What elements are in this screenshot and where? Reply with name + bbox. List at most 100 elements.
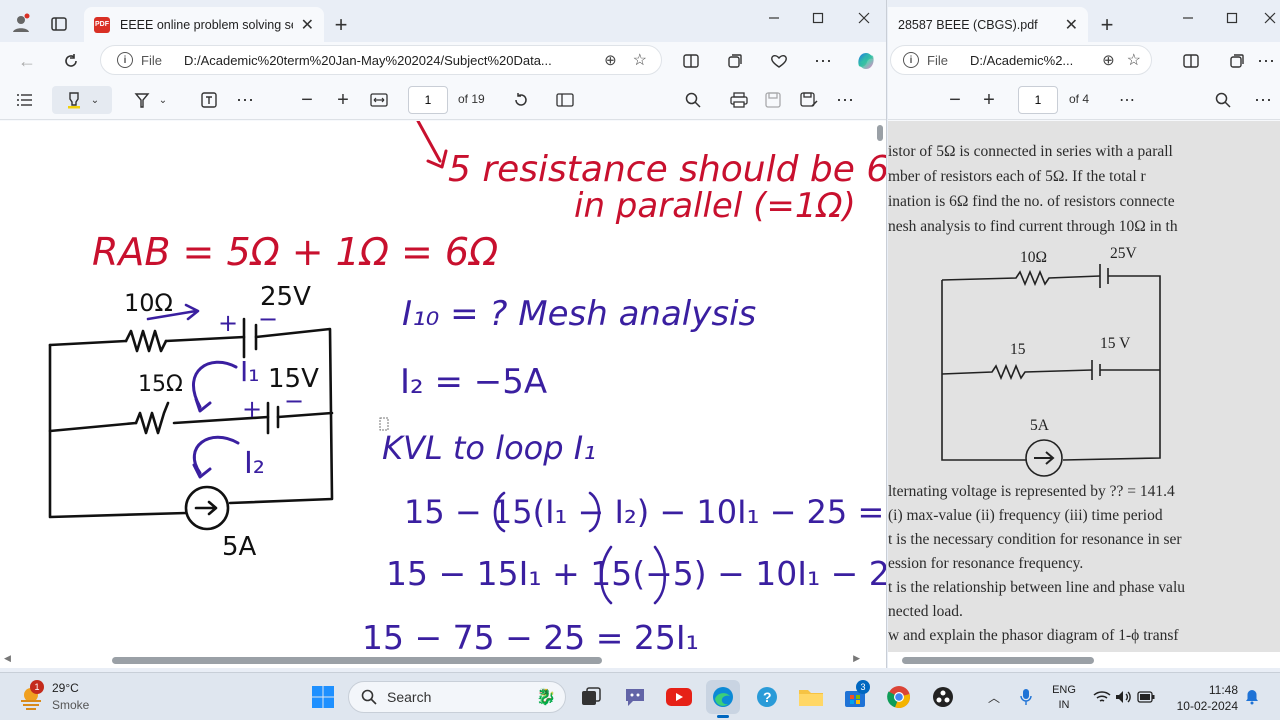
scroll-left-icon[interactable]: ◀ (4, 653, 11, 664)
minimize-right-icon[interactable] (1174, 6, 1202, 30)
chrome-button[interactable] (882, 680, 916, 714)
scan-label-15v: 15 V (1100, 335, 1131, 352)
file-explorer-button[interactable] (794, 680, 828, 714)
app-button[interactable] (926, 680, 960, 714)
pdf-more-icon[interactable]: ⋯ (832, 88, 858, 112)
close-window-icon[interactable] (850, 6, 878, 30)
youtube-button[interactable] (662, 680, 696, 714)
app-icon (933, 687, 953, 707)
horizontal-scroll-thumb-right[interactable] (902, 657, 1094, 664)
show-hidden-icons[interactable]: ︿ (984, 687, 1004, 707)
pdf-page-area-right[interactable]: istor of 5Ω is connected in series with … (888, 121, 1280, 668)
tab-pdf-right[interactable]: 28587 BEEE (CBGS).pdf ✕ (888, 7, 1088, 42)
maximize-right-icon[interactable] (1218, 6, 1246, 30)
clock[interactable]: 11:48 10-02-2024 (1168, 682, 1238, 714)
wifi-icon[interactable] (1092, 687, 1112, 707)
horizontal-scroll-thumb[interactable] (112, 657, 602, 664)
address-file-label-right: File (927, 52, 948, 68)
pdf-page-area[interactable]: 5 resistance should be 6 in parallel (=1… (0, 121, 886, 668)
more-tools-right-icon[interactable]: ⋯ (1114, 88, 1140, 112)
note-question: I₁₀ = ? Mesh analysis (402, 294, 756, 334)
language-region: IN (1058, 699, 1070, 711)
copilot-icon[interactable] (852, 47, 880, 75)
favorite-star-right-icon[interactable]: ☆ (1127, 50, 1141, 70)
contents-icon[interactable] (12, 88, 38, 112)
volume-icon[interactable] (1114, 687, 1134, 707)
handwritten-notes: 5 resistance should be 6 in parallel (=1… (48, 121, 886, 652)
note-kvl: KVL to loop I₁ (382, 429, 596, 467)
battery-icon[interactable] (1136, 687, 1156, 707)
page-number-input[interactable]: 1 (408, 86, 448, 114)
text-tool-icon[interactable] (196, 88, 222, 112)
maximize-icon[interactable] (804, 6, 832, 30)
edge-button[interactable] (706, 680, 740, 718)
scan-line: istor of 5Ω is connected in series with … (888, 143, 1173, 160)
tab-strip: PDF EEEE online problem solving sessi ✕ … (0, 0, 886, 42)
horizontal-scrollbar-right[interactable] (888, 652, 1280, 668)
address-url-right[interactable]: D:/Academic%2... (970, 53, 1094, 68)
page-number-input-right[interactable]: 1 (1018, 86, 1058, 114)
weather-widget[interactable]: 1 29°C Smoke (14, 680, 144, 715)
browser-essentials-icon[interactable] (766, 48, 792, 74)
refresh-icon[interactable] (58, 48, 84, 74)
microphone-icon[interactable] (1016, 685, 1036, 709)
tab-pdf-left[interactable]: PDF EEEE online problem solving sessi ✕ (84, 7, 324, 42)
horizontal-scrollbar[interactable]: ◀ ▶ (0, 652, 886, 668)
notifications-bell-icon[interactable] (1242, 687, 1262, 707)
help-app-button[interactable]: ? (750, 680, 784, 714)
tab-title: EEEE online problem solving sessi (120, 17, 293, 32)
language-indicator[interactable]: ENG IN (1048, 683, 1080, 713)
print-icon[interactable] (726, 88, 752, 112)
teams-chat-button[interactable] (618, 680, 652, 714)
close-window-right-icon[interactable] (1260, 6, 1280, 30)
favorite-star-icon[interactable]: ☆ (633, 50, 647, 70)
pdf-toolbar-right: − + 1 of 4 ⋯ ⋯ (888, 80, 1280, 120)
page-view-icon[interactable] (552, 88, 578, 112)
vertical-scroll-thumb[interactable] (877, 125, 883, 141)
site-info-icon[interactable]: i (117, 52, 133, 68)
fit-page-icon[interactable] (366, 88, 392, 112)
collections-icon[interactable] (722, 48, 748, 74)
site-info-right-icon[interactable]: i (903, 52, 919, 68)
store-button[interactable]: 3 (838, 680, 872, 714)
zoom-out-icon[interactable]: − (294, 88, 320, 112)
new-tab-right-icon[interactable]: + (1094, 12, 1120, 38)
back-icon[interactable]: ← (14, 48, 40, 74)
scroll-right-icon[interactable]: ▶ (853, 653, 860, 664)
start-button[interactable] (306, 680, 340, 714)
label-i2: I₂ (244, 446, 265, 481)
close-tab-icon[interactable]: ✕ (301, 15, 314, 35)
save-as-icon[interactable] (796, 88, 822, 112)
vertical-scrollbar[interactable] (874, 121, 886, 652)
tab-actions-icon[interactable] (46, 11, 72, 37)
zoom-out-right-icon[interactable]: − (942, 88, 968, 112)
collections-right-icon[interactable] (1224, 48, 1250, 74)
more-menu-icon[interactable]: ⋯ (810, 48, 836, 74)
zoom-icon[interactable]: ⊕ (604, 51, 617, 69)
minimize-icon[interactable] (760, 6, 788, 30)
new-tab-icon[interactable]: + (328, 12, 354, 38)
pdf-more-right-icon[interactable]: ⋯ (1250, 88, 1276, 112)
draw-tool-button[interactable]: ⌄ (126, 86, 174, 114)
highlight-tool-button[interactable]: ⌄ (52, 86, 112, 114)
zoom-in-right-icon[interactable]: + (976, 88, 1002, 112)
taskbar-search[interactable]: Search 🐉 (348, 681, 566, 713)
address-bar[interactable]: i File D:/Academic%20term%20Jan-May%2020… (100, 45, 662, 75)
profile-icon[interactable] (8, 10, 34, 36)
address-url[interactable]: D:/Academic%20term%20Jan-May%202024/Subj… (184, 53, 594, 68)
more-tools-icon[interactable]: ⋯ (232, 88, 258, 112)
address-bar-right[interactable]: i File D:/Academic%2... ⊕ ☆ (890, 45, 1152, 75)
split-screen-icon[interactable] (678, 48, 704, 74)
zoom-right-icon[interactable]: ⊕ (1102, 51, 1115, 69)
search-label: Search (387, 689, 432, 705)
label-5a: 5A (222, 532, 257, 562)
split-screen-right-icon[interactable] (1178, 48, 1204, 74)
zoom-in-icon[interactable]: + (330, 88, 356, 112)
rotate-icon[interactable] (508, 88, 534, 112)
find-search-icon[interactable] (680, 88, 706, 112)
find-search-right-icon[interactable] (1210, 88, 1236, 112)
close-tab-right-icon[interactable]: ✕ (1065, 15, 1078, 35)
task-view-button[interactable] (574, 680, 608, 714)
more-menu-right-icon[interactable]: ⋯ (1254, 48, 1278, 74)
save-icon[interactable] (760, 88, 786, 112)
